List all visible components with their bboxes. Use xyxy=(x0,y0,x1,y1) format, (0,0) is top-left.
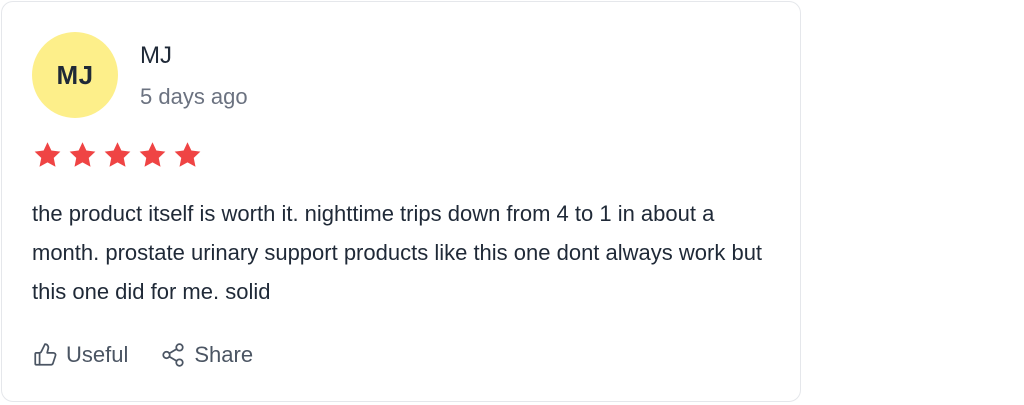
share-label: Share xyxy=(194,342,254,367)
review-text: the product itself is worth it. nighttim… xyxy=(32,201,763,304)
review-time: 5 days ago xyxy=(140,84,248,109)
share-icon xyxy=(162,343,184,367)
share-button[interactable]: Share xyxy=(160,342,253,368)
author-meta: MJ 5 days ago xyxy=(140,32,248,110)
star-icon xyxy=(104,142,131,167)
star-icon xyxy=(69,142,96,167)
star-icon xyxy=(174,142,201,167)
thumbs-up-icon xyxy=(34,343,57,366)
star-icon xyxy=(139,142,166,167)
review-actions: Useful Share xyxy=(32,342,253,368)
star-icon xyxy=(34,142,61,167)
star-rating xyxy=(32,140,203,170)
useful-button[interactable]: Useful xyxy=(32,342,128,368)
review-card: MJ MJ 5 days ago the product itself is w… xyxy=(1,1,801,402)
avatar: MJ xyxy=(32,32,118,118)
useful-label: Useful xyxy=(66,342,129,367)
author-name: MJ xyxy=(140,42,172,69)
review-header: MJ MJ 5 days ago xyxy=(32,32,248,118)
